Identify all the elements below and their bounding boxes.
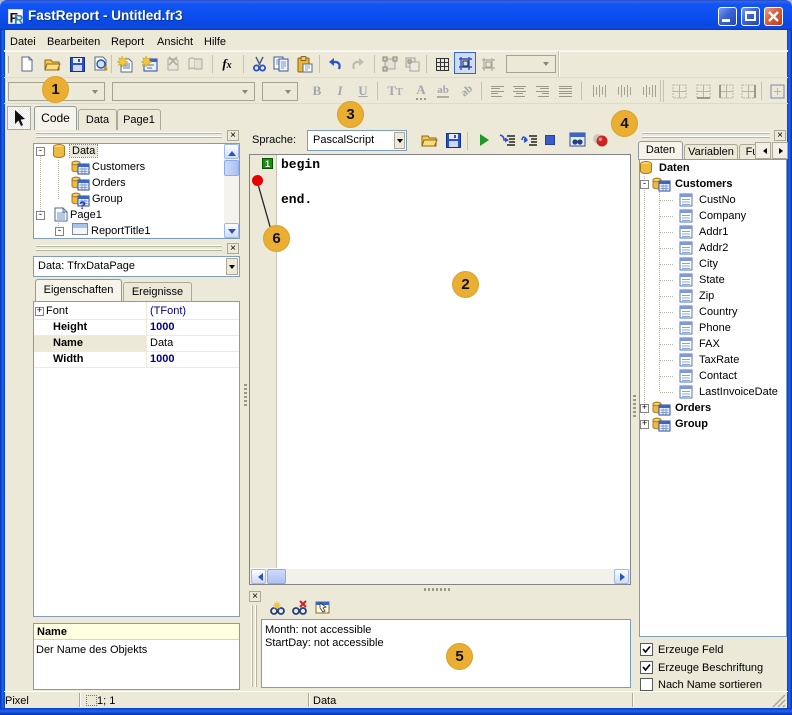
svg-text:R: R — [14, 12, 24, 25]
